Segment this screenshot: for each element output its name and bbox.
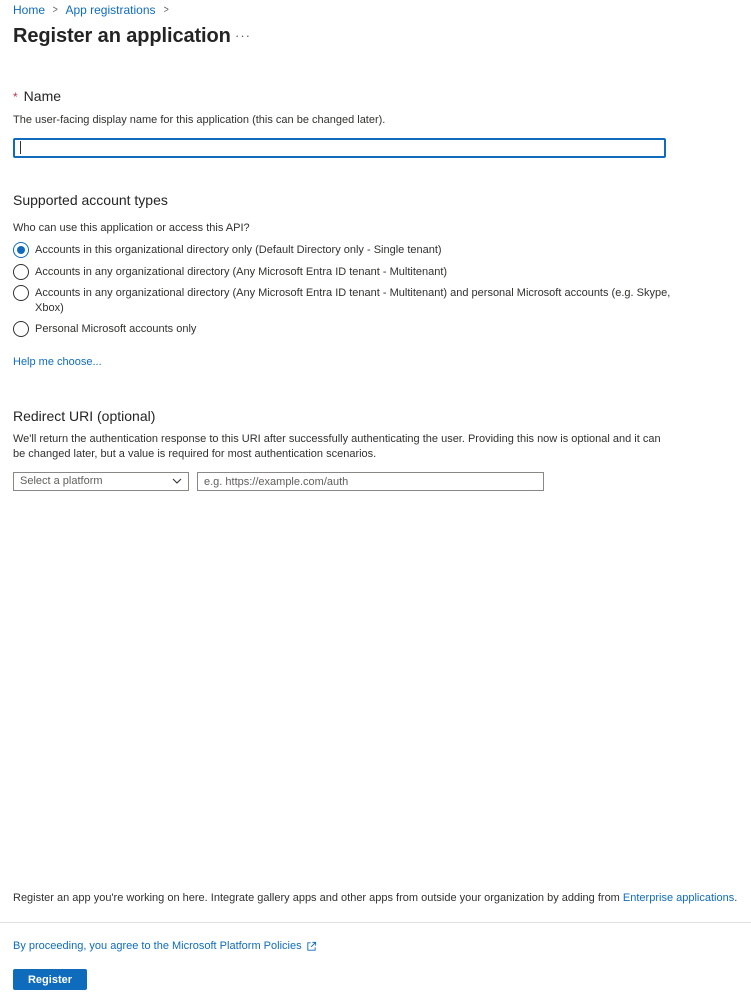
account-type-option-multitenant[interactable]: Accounts in any organizational directory… — [13, 264, 653, 280]
breadcrumb-app-registrations[interactable]: App registrations — [65, 3, 155, 17]
radio-icon[interactable] — [13, 264, 29, 280]
redirect-uri-input[interactable] — [197, 472, 544, 491]
redirect-uri-description: We'll return the authentication response… — [13, 433, 661, 460]
required-mark: * — [13, 90, 18, 104]
help-me-choose-link[interactable]: Help me choose... — [13, 356, 102, 368]
platform-policies-row[interactable]: By proceeding, you agree to the Microsof… — [13, 940, 317, 952]
option-label: Personal Microsoft accounts only — [35, 323, 197, 335]
radio-selected-icon[interactable] — [13, 242, 29, 258]
footer-period: . — [734, 892, 738, 904]
option-label: Accounts in any organizational directory… — [35, 287, 671, 314]
page-title: Register an application — [13, 25, 231, 47]
name-input[interactable] — [13, 138, 666, 158]
footer-text: Register an app you're working on here. … — [13, 892, 620, 904]
footer-info: Register an app you're working on here. … — [13, 892, 737, 904]
name-label: Name — [23, 88, 62, 104]
account-type-option-multitenant-personal[interactable]: Accounts in any organizational directory… — [13, 285, 673, 316]
platform-select-value: Select a platform — [20, 475, 103, 487]
chevron-right-icon: > — [52, 4, 58, 16]
breadcrumb: Home > App registrations > — [13, 3, 176, 17]
enterprise-applications-link[interactable]: Enterprise applications — [623, 892, 734, 904]
account-type-option-single-tenant[interactable]: Accounts in this organizational director… — [13, 242, 653, 258]
name-description: The user-facing display name for this ap… — [13, 114, 386, 126]
radio-icon[interactable] — [13, 321, 29, 337]
account-types-question: Who can use this application or access t… — [13, 222, 250, 234]
account-type-option-personal[interactable]: Personal Microsoft accounts only — [13, 321, 653, 337]
option-label: Accounts in this organizational director… — [35, 244, 442, 256]
platform-select[interactable]: Select a platform — [13, 472, 189, 491]
option-label: Accounts in any organizational directory… — [35, 266, 448, 278]
name-section-title: * Name — [13, 88, 61, 104]
more-options-button[interactable]: ··· — [235, 28, 251, 43]
platform-policies-link[interactable]: By proceeding, you agree to the Microsof… — [13, 940, 302, 952]
divider — [0, 922, 751, 923]
external-link-icon — [306, 941, 316, 951]
radio-icon[interactable] — [13, 285, 29, 301]
register-button[interactable]: Register — [13, 969, 87, 990]
account-types-title: Supported account types — [13, 192, 168, 208]
chevron-down-icon — [172, 478, 182, 484]
redirect-uri-title: Redirect URI (optional) — [13, 408, 156, 424]
breadcrumb-home[interactable]: Home — [13, 3, 45, 17]
chevron-right-icon: > — [163, 4, 169, 16]
text-cursor — [20, 141, 21, 154]
